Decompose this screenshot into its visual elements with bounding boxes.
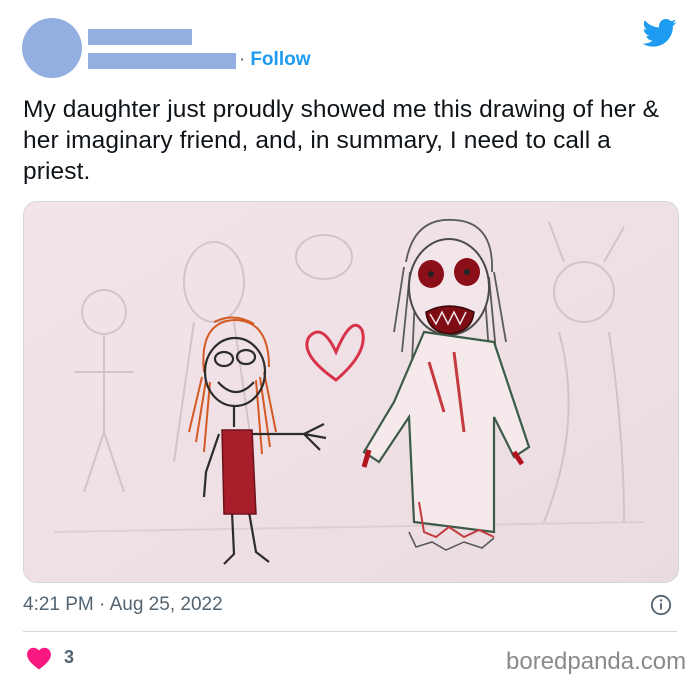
tweet-text: My daughter just proudly showed me this … [23, 96, 660, 185]
like-count: 3 [64, 647, 75, 667]
redacted-display-name[interactable] [88, 29, 192, 45]
tweet-photo[interactable] [23, 201, 679, 583]
redacted-username[interactable] [88, 53, 236, 69]
info-icon[interactable] [650, 594, 672, 616]
twitter-bird-icon[interactable] [643, 18, 677, 48]
heart-icon[interactable] [26, 646, 52, 670]
avatar[interactable] [22, 18, 82, 78]
follow-separator: · [239, 49, 246, 70]
divider [23, 631, 677, 632]
follow-button[interactable]: · Follow [239, 49, 310, 71]
child-drawing-image [24, 202, 678, 582]
follow-label: Follow [250, 49, 311, 70]
watermark: boredpanda.com [506, 648, 687, 675]
tweet-timestamp[interactable]: 4:21 PM · Aug 25, 2022 [23, 594, 223, 616]
